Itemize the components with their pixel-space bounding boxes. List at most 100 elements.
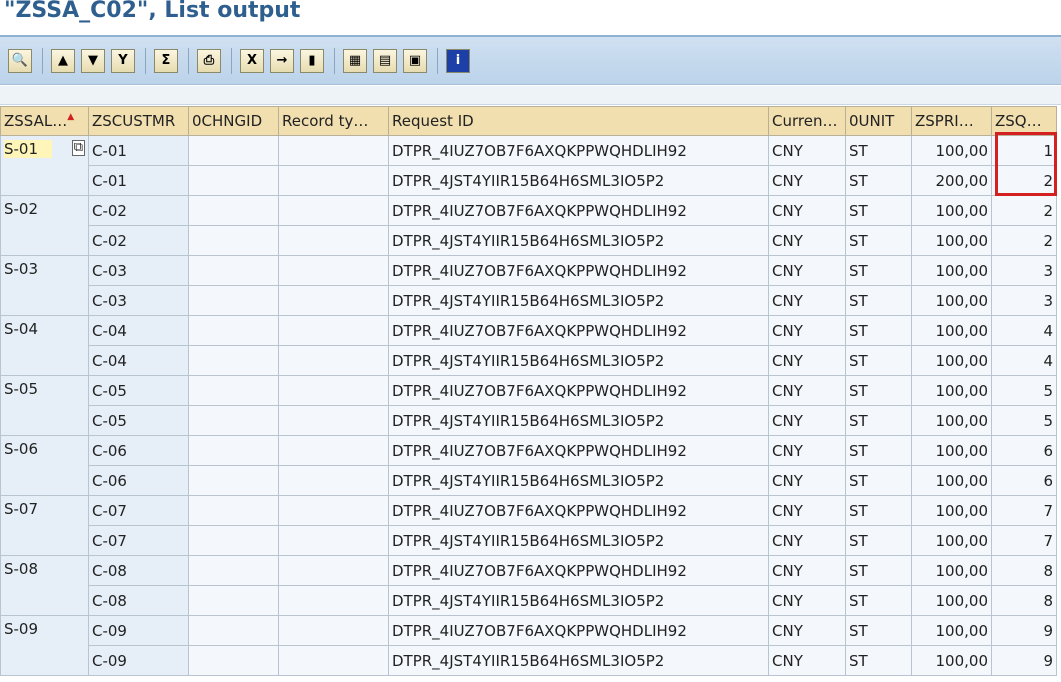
table-cell[interactable]: ST	[845, 435, 912, 466]
table-cell[interactable]: ST	[845, 615, 912, 646]
table-cell[interactable]: 100,00	[911, 315, 992, 346]
table-cell[interactable]: 100,00	[911, 525, 992, 556]
column-header[interactable]: Request ID	[388, 106, 769, 136]
table-row[interactable]: S-08 C-08 DTPR_4IUZ7OB7F6AXQKPPWQHDLIH92 CN…	[0, 555, 1057, 616]
table-cell[interactable]: 200,00	[911, 165, 992, 196]
table-cell[interactable]: CNY	[768, 585, 846, 616]
table-cell[interactable]: DTPR_4IUZ7OB7F6AXQKPPWQHDLIH92	[388, 615, 769, 646]
information-button[interactable]: i	[446, 48, 470, 73]
table-cell[interactable]	[278, 285, 389, 316]
table-cell[interactable]: ST	[845, 315, 912, 346]
table-cell[interactable]: DTPR_4JST4YIIR15B64H6SML3IO5P2	[388, 525, 769, 556]
table-cell[interactable]: 100,00	[911, 435, 992, 466]
table-row[interactable]: C-01 DTPR_4JST4YIIR15B64H6SML3IO5P2 CNY ST 2…	[1, 165, 1057, 196]
table-cell[interactable]: 100,00	[911, 255, 992, 286]
table-cell[interactable]	[278, 465, 389, 496]
table-cell[interactable]: 100,00	[911, 465, 992, 496]
table-cell[interactable]: C-04	[88, 315, 189, 346]
table-cell[interactable]: 4	[991, 345, 1057, 376]
table-cell[interactable]: ST	[845, 465, 912, 496]
table-row[interactable]: C-03 DTPR_4JST4YIIR15B64H6SML3IO5P2 CNY ST 1…	[1, 285, 1057, 316]
table-cell[interactable]: 100,00	[911, 615, 992, 646]
table-cell[interactable]: 6	[991, 435, 1057, 466]
table-cell[interactable]: 100,00	[911, 375, 992, 406]
export-button[interactable]: →	[270, 48, 294, 73]
table-cell[interactable]: 100,00	[911, 195, 992, 226]
table-cell[interactable]: ST	[845, 525, 912, 556]
table-cell[interactable]: CNY	[768, 405, 846, 436]
table-cell[interactable]: CNY	[768, 345, 846, 376]
table-cell[interactable]: 4	[991, 315, 1057, 346]
column-header[interactable]: ZSSAL…▲	[0, 106, 89, 136]
table-cell[interactable]: 3	[991, 255, 1057, 286]
table-cell[interactable]: CNY	[768, 255, 846, 286]
table-cell[interactable]	[278, 225, 389, 256]
table-cell[interactable]	[278, 645, 389, 676]
table-cell[interactable]	[188, 285, 279, 316]
table-row[interactable]: C-08 DTPR_4JST4YIIR15B64H6SML3IO5P2 CNY ST 1…	[1, 585, 1057, 616]
table-cell[interactable]: DTPR_4JST4YIIR15B64H6SML3IO5P2	[388, 285, 769, 316]
table-cell[interactable]: 100,00	[911, 555, 992, 586]
table-cell[interactable]: ST	[845, 345, 912, 376]
table-cell[interactable]: C-01	[88, 165, 189, 196]
sort-descending-button[interactable]: ▼	[81, 48, 105, 73]
table-cell[interactable]	[188, 555, 279, 586]
table-cell[interactable]	[188, 645, 279, 676]
table-row[interactable]: C-06 DTPR_4JST4YIIR15B64H6SML3IO5P2 CNY ST 1…	[1, 465, 1057, 496]
cell-sales-org[interactable]: S-03	[0, 255, 89, 316]
table-cell[interactable]	[278, 525, 389, 556]
table-cell[interactable]: 2	[991, 195, 1057, 226]
table-cell[interactable]: C-03	[88, 255, 189, 286]
table-cell[interactable]: 8	[991, 585, 1057, 616]
table-cell[interactable]: DTPR_4JST4YIIR15B64H6SML3IO5P2	[388, 585, 769, 616]
table-cell[interactable]: 8	[991, 555, 1057, 586]
cell-sales-org[interactable]: S-01 ⧉	[0, 135, 89, 196]
table-cell[interactable]: ST	[845, 225, 912, 256]
table-cell[interactable]: C-08	[88, 555, 189, 586]
sort-ascending-button[interactable]: ▲	[51, 48, 75, 73]
table-cell[interactable]: DTPR_4IUZ7OB7F6AXQKPPWQHDLIH92	[388, 495, 769, 526]
table-row[interactable]: C-05 DTPR_4JST4YIIR15B64H6SML3IO5P2 CNY ST 1…	[1, 405, 1057, 436]
table-cell[interactable]: CNY	[768, 435, 846, 466]
table-cell[interactable]: DTPR_4IUZ7OB7F6AXQKPPWQHDLIH92	[388, 435, 769, 466]
table-cell[interactable]: CNY	[768, 225, 846, 256]
cell-sales-org[interactable]: S-06	[0, 435, 89, 496]
table-cell[interactable]	[188, 585, 279, 616]
table-cell[interactable]: DTPR_4JST4YIIR15B64H6SML3IO5P2	[388, 645, 769, 676]
table-row[interactable]: S-01 ⧉ C-01 DTPR_4IUZ7OB7F6AXQKPPWQHDLIH92 C…	[0, 135, 1057, 196]
table-cell[interactable]: DTPR_4IUZ7OB7F6AXQKPPWQHDLIH92	[388, 555, 769, 586]
column-header[interactable]: 0CHNGID	[188, 106, 279, 136]
cell-sales-org[interactable]: S-07	[0, 495, 89, 556]
table-cell[interactable]	[188, 525, 279, 556]
table-cell[interactable]	[188, 255, 279, 286]
table-cell[interactable]: DTPR_4IUZ7OB7F6AXQKPPWQHDLIH92	[388, 255, 769, 286]
details-button[interactable]: 🔍	[8, 48, 32, 73]
table-cell[interactable]	[188, 345, 279, 376]
table-cell[interactable]: 3	[991, 285, 1057, 316]
table-cell[interactable]: 100,00	[911, 495, 992, 526]
table-cell[interactable]: 100,00	[911, 135, 992, 166]
table-cell[interactable]: ST	[845, 165, 912, 196]
table-cell[interactable]: 5	[991, 405, 1057, 436]
table-cell[interactable]: 9	[991, 615, 1057, 646]
table-cell[interactable]	[278, 405, 389, 436]
table-cell[interactable]: 7	[991, 525, 1057, 556]
table-cell[interactable]: ST	[845, 405, 912, 436]
table-cell[interactable]: CNY	[768, 465, 846, 496]
graphic-button[interactable]: ▮	[300, 48, 324, 73]
table-cell[interactable]: CNY	[768, 285, 846, 316]
table-row[interactable]: C-04 DTPR_4JST4YIIR15B64H6SML3IO5P2 CNY ST 1…	[1, 345, 1057, 376]
table-cell[interactable]	[188, 405, 279, 436]
table-cell[interactable]: C-03	[88, 285, 189, 316]
table-cell[interactable]: C-01	[88, 135, 189, 166]
cell-sales-org[interactable]: S-02	[0, 195, 89, 256]
table-cell[interactable]: 100,00	[911, 345, 992, 376]
table-row[interactable]: S-06 C-06 DTPR_4IUZ7OB7F6AXQKPPWQHDLIH92 CN…	[0, 435, 1057, 496]
table-cell[interactable]: 5	[991, 375, 1057, 406]
column-header[interactable]: ZSCUSTMR	[88, 106, 189, 136]
table-cell[interactable]	[278, 165, 389, 196]
table-cell[interactable]: 9	[991, 645, 1057, 676]
table-cell[interactable]: DTPR_4JST4YIIR15B64H6SML3IO5P2	[388, 345, 769, 376]
table-row[interactable]: C-07 DTPR_4JST4YIIR15B64H6SML3IO5P2 CNY ST 1…	[1, 525, 1057, 556]
table-cell[interactable]: DTPR_4JST4YIIR15B64H6SML3IO5P2	[388, 465, 769, 496]
